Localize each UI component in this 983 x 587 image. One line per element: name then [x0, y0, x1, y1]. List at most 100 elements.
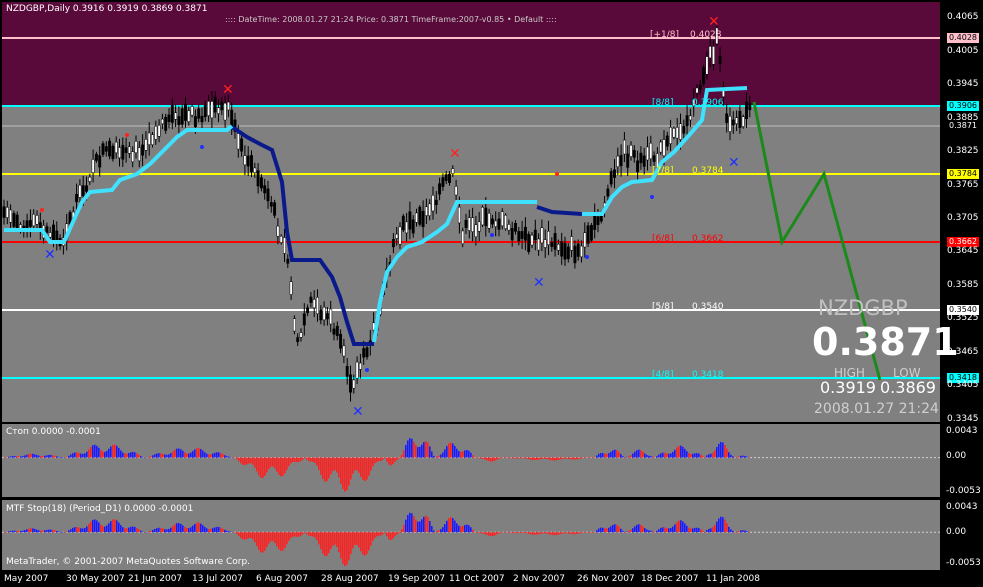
histogram-bar [440, 454, 442, 458]
histogram-bar [676, 447, 678, 458]
histogram-bar [96, 520, 98, 533]
histogram-bar [348, 532, 350, 561]
candle [431, 186, 435, 220]
histogram-bar [208, 454, 210, 458]
ind2-axis-bot: -0.0053 [946, 558, 981, 568]
candle [675, 118, 679, 148]
histogram-bar [160, 453, 162, 458]
histogram-bar [246, 457, 248, 465]
histogram-bar [144, 532, 146, 533]
histogram-bar [10, 456, 12, 458]
histogram-bar [512, 532, 514, 534]
candle [619, 144, 623, 177]
histogram-bar [382, 457, 384, 460]
histogram-bar [392, 532, 394, 539]
candle [365, 344, 369, 360]
histogram-bar [234, 532, 236, 533]
histogram-bar [431, 526, 433, 533]
histogram-bar [358, 457, 360, 473]
histogram-bar [168, 454, 170, 458]
candle [164, 113, 168, 134]
histogram-bar [606, 453, 608, 458]
histogram-bar [582, 532, 584, 533]
candle [520, 220, 524, 250]
histogram-bar [478, 457, 480, 459]
main-chart-svg: ✕ ✕ ✕ ✕ ✕ ✕ ✕ [2, 14, 940, 420]
histogram-bar [504, 457, 506, 459]
histogram-bar [470, 452, 472, 458]
candle [349, 365, 352, 402]
histogram-bar [670, 528, 672, 533]
signal-dot [365, 368, 369, 372]
histogram-bar [434, 532, 436, 533]
histogram-bar [198, 448, 200, 458]
histogram-bar [564, 532, 566, 534]
histogram-bar [442, 452, 444, 458]
signal-dot [200, 145, 204, 149]
histogram-bar [442, 527, 444, 533]
histogram-bar [114, 519, 116, 533]
candle [731, 111, 735, 134]
histogram-bar [386, 532, 388, 537]
candle [451, 165, 455, 178]
time-axis-label: 28 Aug 2007 [321, 574, 379, 584]
candle [144, 130, 148, 159]
histogram-bar [326, 457, 328, 482]
candle [728, 107, 732, 141]
candle [207, 94, 211, 123]
histogram-bar [502, 457, 504, 459]
candle [745, 92, 748, 128]
candle [636, 150, 640, 183]
histogram-bar [538, 457, 540, 460]
histogram-bar [620, 528, 622, 533]
candle [230, 102, 234, 135]
histogram-bar [720, 442, 722, 458]
histogram-bar [172, 526, 174, 533]
histogram-bar [188, 528, 190, 533]
histogram-bar [740, 455, 742, 458]
histogram-bar [376, 532, 378, 537]
histogram-bar [630, 529, 632, 533]
histogram-bar [500, 532, 502, 533]
candle [494, 211, 498, 237]
histogram-bar [460, 526, 462, 533]
histogram-bar [450, 517, 452, 533]
histogram-bar [100, 449, 102, 458]
stop-line-navy [230, 125, 374, 346]
histogram-bar [672, 451, 674, 458]
candle [250, 150, 253, 177]
histogram-bar [210, 528, 212, 533]
histogram-bar [82, 453, 84, 458]
histogram-bar [268, 532, 270, 544]
histogram-bar [16, 530, 18, 533]
histogram-bar [696, 453, 698, 458]
candle [25, 213, 29, 238]
histogram-bar [564, 457, 566, 459]
histogram-bar [668, 453, 670, 458]
histogram-bar [668, 528, 670, 533]
histogram-bar [152, 529, 154, 533]
histogram-bar [524, 532, 526, 534]
candle [672, 126, 676, 140]
histogram-bar [70, 454, 72, 458]
level-value-1: 0.3906 [692, 98, 724, 108]
histogram-bar [560, 457, 562, 460]
candle [306, 304, 310, 317]
histogram-bar [506, 532, 508, 533]
histogram-bar [588, 457, 590, 459]
histogram-bar [434, 457, 436, 459]
histogram-bar [152, 455, 154, 458]
histogram-bar [476, 457, 478, 459]
histogram-bar [508, 457, 510, 459]
histogram-bar [506, 457, 508, 459]
candle [560, 232, 564, 265]
histogram-bar [742, 530, 744, 533]
candle [259, 174, 263, 192]
histogram-bar [236, 457, 238, 460]
candle [12, 210, 16, 230]
histogram-bar [140, 530, 142, 533]
candle [629, 141, 633, 161]
histogram-bar [574, 532, 576, 535]
histogram-bar [444, 449, 446, 458]
candle [685, 105, 689, 137]
